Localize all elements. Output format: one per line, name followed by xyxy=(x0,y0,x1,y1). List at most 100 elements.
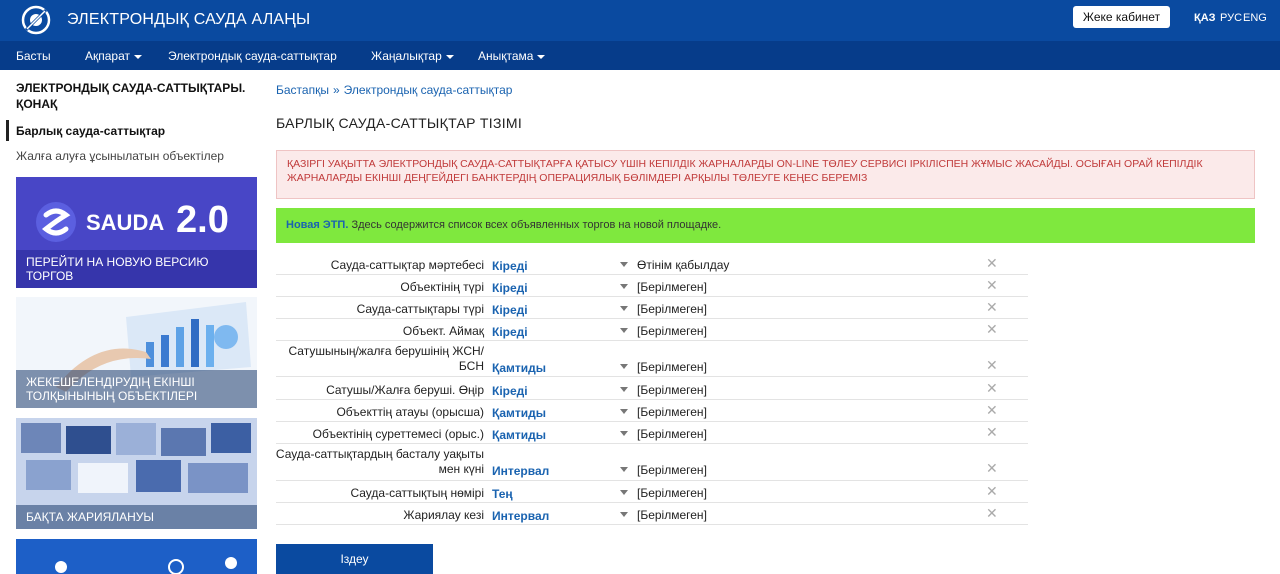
close-icon[interactable]: ✕ xyxy=(986,460,998,477)
filter-row: Сауда-саттықтардың басталу уақыты мен кү… xyxy=(276,444,1028,481)
filter-value[interactable]: [Берілмеген] xyxy=(637,383,707,397)
filter-operator[interactable]: Кіреді xyxy=(492,325,528,339)
close-icon[interactable]: ✕ xyxy=(986,380,998,397)
site-title[interactable]: ЭЛЕКТРОНДЫҚ САУДА АЛАҢЫ xyxy=(67,11,310,29)
filter-operator[interactable]: Кіреді xyxy=(492,384,528,398)
close-icon[interactable]: ✕ xyxy=(986,505,998,522)
search-button[interactable]: Іздеу xyxy=(276,544,433,574)
filter-label: Сатушы/Жалға беруші. Өңір xyxy=(326,383,484,397)
chevron-down-icon xyxy=(537,54,546,59)
filter-value[interactable]: [Берілмеген] xyxy=(637,302,707,316)
nav-e-trading[interactable]: Электрондық сауда-саттықтар xyxy=(168,49,337,63)
banner-epay[interactable] xyxy=(16,539,257,574)
banner-caption: ПЕРЕЙТИ НА НОВУЮ ВЕРСИЮ ТОРГОВ xyxy=(16,250,257,288)
breadcrumb-home[interactable]: Бастапқы xyxy=(276,83,329,97)
close-icon[interactable]: ✕ xyxy=(986,255,998,272)
filter-row: Сатушының/жалға берушінің ЖСН/БСН Қамтид… xyxy=(276,341,1028,377)
personal-cabinet-button[interactable]: Жеке кабинет xyxy=(1073,6,1170,28)
filter-operator[interactable]: Интервал xyxy=(492,509,549,523)
nav-news[interactable]: Жаңалықтар xyxy=(371,49,454,63)
chevron-down-icon[interactable] xyxy=(620,262,628,267)
chevron-down-icon[interactable] xyxy=(620,490,628,495)
sidebar-title: ЭЛЕКТРОНДЫҚ САУДА-САТТЫҚТАРЫ. ҚОНАҚ xyxy=(16,81,246,111)
banner-privatization[interactable]: ЖЕКЕШЕЛЕНДІРУДІҢ ЕКІНШІ ТОЛҚЫНЫНЫҢ ОБЪЕК… xyxy=(16,297,257,408)
filter-operator[interactable]: Қамтиды xyxy=(492,428,546,442)
filter-operator[interactable]: Кіреді xyxy=(492,303,528,317)
nav-home[interactable]: Басты xyxy=(16,49,51,63)
info-alert-text: Здесь содержится список всех объявленных… xyxy=(351,219,722,231)
filter-row: Сауда-саттықтары түрі Кіреді [Берілмеген… xyxy=(276,297,1028,319)
filter-operator[interactable]: Кіреді xyxy=(492,259,528,273)
filter-value[interactable]: [Берілмеген] xyxy=(637,405,707,419)
filter-label: Объектінің суреттемесі (орыс.) xyxy=(312,427,484,441)
filter-operator[interactable]: Кіреді xyxy=(492,281,528,295)
filter-value[interactable]: [Берілмеген] xyxy=(637,508,707,522)
filter-label: Объектінің түрі xyxy=(400,280,484,294)
filter-value[interactable]: [Берілмеген] xyxy=(637,360,707,374)
nav-info[interactable]: Ақпарат xyxy=(85,49,143,63)
filter-row: Объект. Аймақ Кіреді [Берілмеген] ✕ xyxy=(276,319,1028,341)
filter-label: Объект. Аймақ xyxy=(402,324,484,338)
warning-alert: ҚАЗІРГІ УАҚЫТТА ЭЛЕКТРОНДЫҚ САУДА-САТТЫҚ… xyxy=(276,150,1255,199)
sauda-logo-text: SAUDA xyxy=(86,210,165,235)
filter-label: Жариялау кезі xyxy=(403,508,484,522)
filter-value[interactable]: [Берілмеген] xyxy=(637,486,707,500)
chevron-down-icon[interactable] xyxy=(620,467,628,472)
epay-icon xyxy=(16,539,257,574)
banner-media[interactable]: БАҚТА ЖАРИЯЛАНУЫ xyxy=(16,418,257,529)
chevron-down-icon[interactable] xyxy=(620,409,628,414)
filter-label: Сауда-саттықтары түрі xyxy=(356,302,484,316)
close-icon[interactable]: ✕ xyxy=(986,357,998,374)
close-icon[interactable]: ✕ xyxy=(986,277,998,294)
info-alert-title[interactable]: Новая ЭТП. xyxy=(286,219,348,231)
filter-value[interactable]: [Берілмеген] xyxy=(637,324,707,338)
filter-label: Сауда-саттықтың нөмірі xyxy=(350,486,484,500)
chevron-down-icon[interactable] xyxy=(620,431,628,436)
chevron-down-icon[interactable] xyxy=(620,328,628,333)
filter-row: Сатушы/Жалға беруші. Өңір Кіреді [Берілм… xyxy=(276,377,1028,400)
close-icon[interactable]: ✕ xyxy=(986,483,998,500)
chevron-down-icon[interactable] xyxy=(620,364,628,369)
filter-value[interactable]: [Берілмеген] xyxy=(637,280,707,294)
banner-sauda[interactable]: SAUDA 2.0 ПЕРЕЙТИ НА НОВУЮ ВЕРСИЮ ТОРГОВ xyxy=(16,177,257,288)
sidebar-item-all-trades[interactable]: Барлық сауда-саттықтар xyxy=(16,124,165,138)
breadcrumb-current[interactable]: Электрондық сауда-саттықтар xyxy=(344,83,513,97)
close-icon[interactable]: ✕ xyxy=(986,424,998,441)
filter-operator[interactable]: Интервал xyxy=(492,464,549,478)
banner-caption: ЖЕКЕШЕЛЕНДІРУДІҢ ЕКІНШІ ТОЛҚЫНЫНЫҢ ОБЪЕК… xyxy=(16,370,257,408)
filter-value[interactable]: [Берілмеген] xyxy=(637,463,707,477)
filter-row: Объектінің суреттемесі (орыс.) Қамтиды [… xyxy=(276,422,1028,444)
chevron-down-icon[interactable] xyxy=(620,306,628,311)
chevron-down-icon[interactable] xyxy=(620,512,628,517)
chevron-down-icon[interactable] xyxy=(620,387,628,392)
breadcrumb-separator: » xyxy=(332,83,340,97)
filter-value[interactable]: [Берілмеген] xyxy=(637,427,707,441)
close-icon[interactable]: ✕ xyxy=(986,321,998,338)
sidebar-item-rental-objects[interactable]: Жалға алуға ұсынылатын объектілер xyxy=(16,149,224,163)
nav-help[interactable]: Анықтама xyxy=(478,49,546,63)
filter-label: Сатушының/жалға берушінің ЖСН/БСН xyxy=(288,344,484,373)
sauda-version: 2.0 xyxy=(176,199,229,241)
chevron-down-icon[interactable] xyxy=(620,284,628,289)
chevron-down-icon xyxy=(445,54,454,59)
breadcrumb: Бастапқы» Электрондық сауда-саттықтар xyxy=(276,83,512,97)
lang-kaz[interactable]: ҚАЗ xyxy=(1194,12,1216,24)
filter-operator[interactable]: Тең xyxy=(492,487,513,501)
banner-caption: БАҚТА ЖАРИЯЛАНУЫ xyxy=(16,505,257,529)
filter-value[interactable]: Өтінім қабылдау xyxy=(637,258,729,272)
filter-label: Сауда-саттықтардың басталу уақыты мен кү… xyxy=(275,447,484,476)
filter-label: Сауда-саттықтар мәртебесі xyxy=(330,258,484,272)
lang-eng[interactable]: ENG xyxy=(1243,12,1267,24)
filter-operator[interactable]: Қамтиды xyxy=(492,406,546,420)
filter-operator[interactable]: Қамтиды xyxy=(492,361,546,375)
info-alert: Новая ЭТП. Здесь содержится список всех … xyxy=(276,208,1255,243)
filter-label: Объекттің атауы (орысша) xyxy=(336,405,484,419)
close-icon[interactable]: ✕ xyxy=(986,299,998,316)
active-indicator xyxy=(6,120,9,141)
logo-icon[interactable] xyxy=(20,4,52,36)
close-icon[interactable]: ✕ xyxy=(986,402,998,419)
chevron-down-icon xyxy=(134,54,143,59)
top-header: ЭЛЕКТРОНДЫҚ САУДА АЛАҢЫ Жеке кабинет ҚАЗ… xyxy=(0,0,1280,41)
lang-rus[interactable]: РУС xyxy=(1220,12,1242,24)
filter-row: Жариялау кезі Интервал [Берілмеген] ✕ xyxy=(276,503,1028,525)
